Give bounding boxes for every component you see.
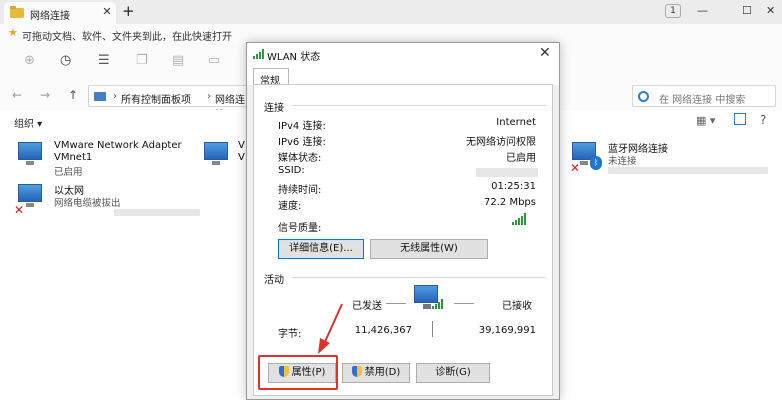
- annotation-arrow: [318, 303, 343, 354]
